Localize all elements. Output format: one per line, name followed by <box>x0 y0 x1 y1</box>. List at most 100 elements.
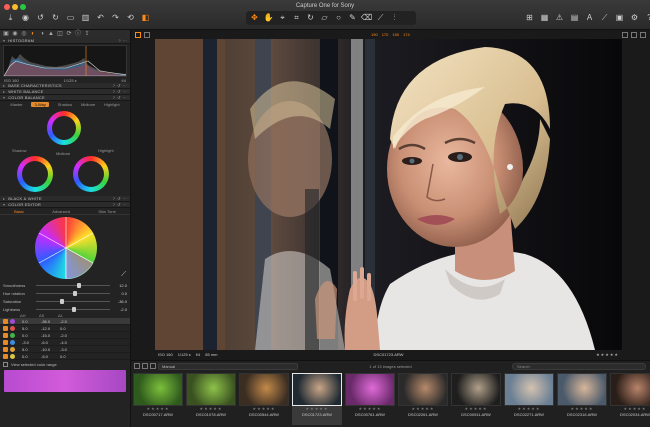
thumbnail-image[interactable] <box>398 373 448 406</box>
local-tab-icon[interactable]: ◫ <box>57 31 63 37</box>
settings-icon[interactable]: ⚙ <box>630 14 639 23</box>
eyedropper-icon[interactable]: ⟋ <box>121 271 126 279</box>
reset-icon[interactable]: ↺ <box>117 202 121 207</box>
levels-icon[interactable]: ⫶ <box>390 14 399 23</box>
exposure-tab-icon[interactable]: ◑ <box>39 31 45 37</box>
library-tab-icon[interactable]: ▣ <box>3 31 9 37</box>
help-icon[interactable]: ? <box>645 14 650 23</box>
thumbnail[interactable]: ★★★★★ DSC02316.ARW <box>557 373 607 425</box>
thumbnail-image[interactable] <box>504 373 554 406</box>
crop-icon[interactable]: ⌗ <box>292 14 301 23</box>
help-icon[interactable]: ? <box>118 38 120 43</box>
eraser-icon[interactable]: ⌫ <box>361 14 372 23</box>
output-tab-icon[interactable]: ⇪ <box>84 31 90 37</box>
slider-knob[interactable] <box>76 282 81 288</box>
grid-icon[interactable]: ⊞ <box>525 14 534 23</box>
thumbnail-image[interactable] <box>133 373 183 406</box>
reset-icon[interactable]: ⟲ <box>126 14 135 23</box>
hue-rotation-slider[interactable]: Hue rotation 0.0 <box>0 289 130 297</box>
guides-icon[interactable]: ▦ <box>540 14 549 23</box>
section-color-balance[interactable]: ▾ COLOR BALANCE ? ↺ ⋯ <box>0 95 130 101</box>
focus-mask-icon[interactable]: ▤ <box>570 14 579 23</box>
section-histogram[interactable]: ▾ HISTOGRAM ? ⋯ <box>0 38 130 44</box>
menu-icon[interactable]: ⋯ <box>123 38 127 43</box>
help-icon[interactable]: ? <box>113 89 115 94</box>
smoothness-slider[interactable]: Smoothness 12.0 <box>0 281 130 289</box>
menu-icon[interactable]: ⋯ <box>123 89 127 94</box>
adjust-tab-icon[interactable]: ⟳ <box>66 31 72 37</box>
details-tab-icon[interactable]: ▲ <box>48 31 54 37</box>
import-icon[interactable]: ⤓ <box>6 14 15 23</box>
table-row[interactable]: 0.0 -36.0 -2.0 <box>0 318 130 325</box>
eyedropper-icon[interactable]: ⟋ <box>600 14 609 23</box>
help-icon[interactable]: ? <box>113 196 115 201</box>
highlight-color-wheel[interactable] <box>73 156 109 192</box>
color-editor-wheel[interactable] <box>35 217 97 279</box>
tab-master[interactable]: Master <box>10 102 22 107</box>
single-view-icon[interactable] <box>135 31 141 38</box>
zoom-fit-icon[interactable] <box>622 31 628 38</box>
enable-checkbox[interactable] <box>3 339 8 345</box>
menu-icon[interactable]: ⋯ <box>123 202 127 207</box>
copy-icon[interactable]: ◧ <box>141 14 150 23</box>
view-selected-color-range[interactable]: View selected color range <box>0 360 130 368</box>
slider-knob[interactable] <box>73 290 77 296</box>
section-color-editor[interactable]: ▾ COLOR EDITOR ? ↺ ⋯ <box>0 202 130 208</box>
color-tab-icon[interactable]: ◐ <box>30 31 36 37</box>
picker-icon[interactable]: ⌖ <box>278 14 287 23</box>
help-icon[interactable]: ? <box>113 95 115 100</box>
metadata-tab-icon[interactable]: ⓘ <box>75 31 81 37</box>
reset-icon[interactable]: ↺ <box>117 95 121 100</box>
batch-icon[interactable]: ▭ <box>66 14 75 23</box>
text-icon[interactable]: A <box>585 14 594 23</box>
zoom-options-icon[interactable] <box>640 31 646 38</box>
thumbnail[interactable]: ★★★★★ DSC00911.ARW <box>451 373 501 425</box>
tab-midtone[interactable]: Midtone <box>81 102 95 107</box>
shadow-color-wheel[interactable] <box>17 156 53 192</box>
zoom-100-icon[interactable] <box>631 31 637 38</box>
help-icon[interactable]: ? <box>113 202 115 207</box>
thumbnail[interactable]: ★★★★★ DSC00761.ARW <box>345 373 395 425</box>
table-row[interactable]: 0.0 -5.0 0.0 <box>0 353 130 360</box>
menu-icon[interactable]: ⋯ <box>123 95 127 100</box>
rating-stars[interactable]: ★★★★★ <box>596 352 619 357</box>
thumbnail-image[interactable] <box>239 373 289 406</box>
slider-knob[interactable] <box>72 306 77 312</box>
thumbnail-image[interactable] <box>345 373 395 406</box>
main-photo[interactable] <box>155 39 622 350</box>
trash-icon[interactable]: ▥ <box>81 14 90 23</box>
pan-icon[interactable]: ✥ <box>250 14 259 23</box>
tab-highlight[interactable]: Highlight <box>104 102 120 107</box>
tab-shadow[interactable]: Shadow <box>58 102 72 107</box>
thumbnail[interactable]: ★★★★★ DSC01723.ARW <box>292 373 342 425</box>
enable-checkbox[interactable] <box>3 353 8 359</box>
menu-icon[interactable]: ⋯ <box>123 196 127 201</box>
reset-icon[interactable]: ↺ <box>117 196 121 201</box>
thumbnail-image[interactable] <box>451 373 501 406</box>
straighten-icon[interactable]: ↻ <box>306 14 315 23</box>
menu-icon[interactable]: ⋯ <box>123 83 127 88</box>
spot-icon[interactable]: ○ <box>334 14 343 23</box>
checkbox[interactable] <box>3 361 8 367</box>
keystone-icon[interactable]: ⏥ <box>320 14 329 23</box>
multi-view-icon[interactable] <box>144 31 150 38</box>
exposure-warning-icon[interactable]: ⚠ <box>555 14 564 23</box>
undo-rotate-icon[interactable]: ↺ <box>36 14 45 23</box>
thumbnail[interactable]: ★★★★★ DSC02271.ARW <box>504 373 554 425</box>
rotate-icon[interactable]: ↻ <box>51 14 60 23</box>
thumbnail[interactable]: ★★★★★ DSC00717.ARW <box>133 373 183 425</box>
enable-checkbox[interactable] <box>3 318 8 324</box>
enable-checkbox[interactable] <box>3 332 8 338</box>
table-row[interactable]: 5.0 -12.0 0.0 <box>0 325 130 332</box>
lightness-slider[interactable]: Lightness -2.0 <box>0 305 130 313</box>
enable-checkbox[interactable] <box>3 346 8 352</box>
thumbnail[interactable]: ★★★★★ DSC02034.ARW <box>610 373 650 425</box>
tab-3-way[interactable]: 3-Way <box>31 102 49 107</box>
tab-advanced[interactable]: Advanced <box>52 209 70 214</box>
camera-icon[interactable]: ◉ <box>21 14 30 23</box>
proof-icon[interactable]: ▣ <box>615 14 624 23</box>
tab-skin-tone[interactable]: Skin Tone <box>98 209 116 214</box>
redo-icon[interactable]: ↷ <box>111 14 120 23</box>
slider-knob[interactable] <box>59 298 64 304</box>
thumbnail-image[interactable] <box>292 373 342 406</box>
